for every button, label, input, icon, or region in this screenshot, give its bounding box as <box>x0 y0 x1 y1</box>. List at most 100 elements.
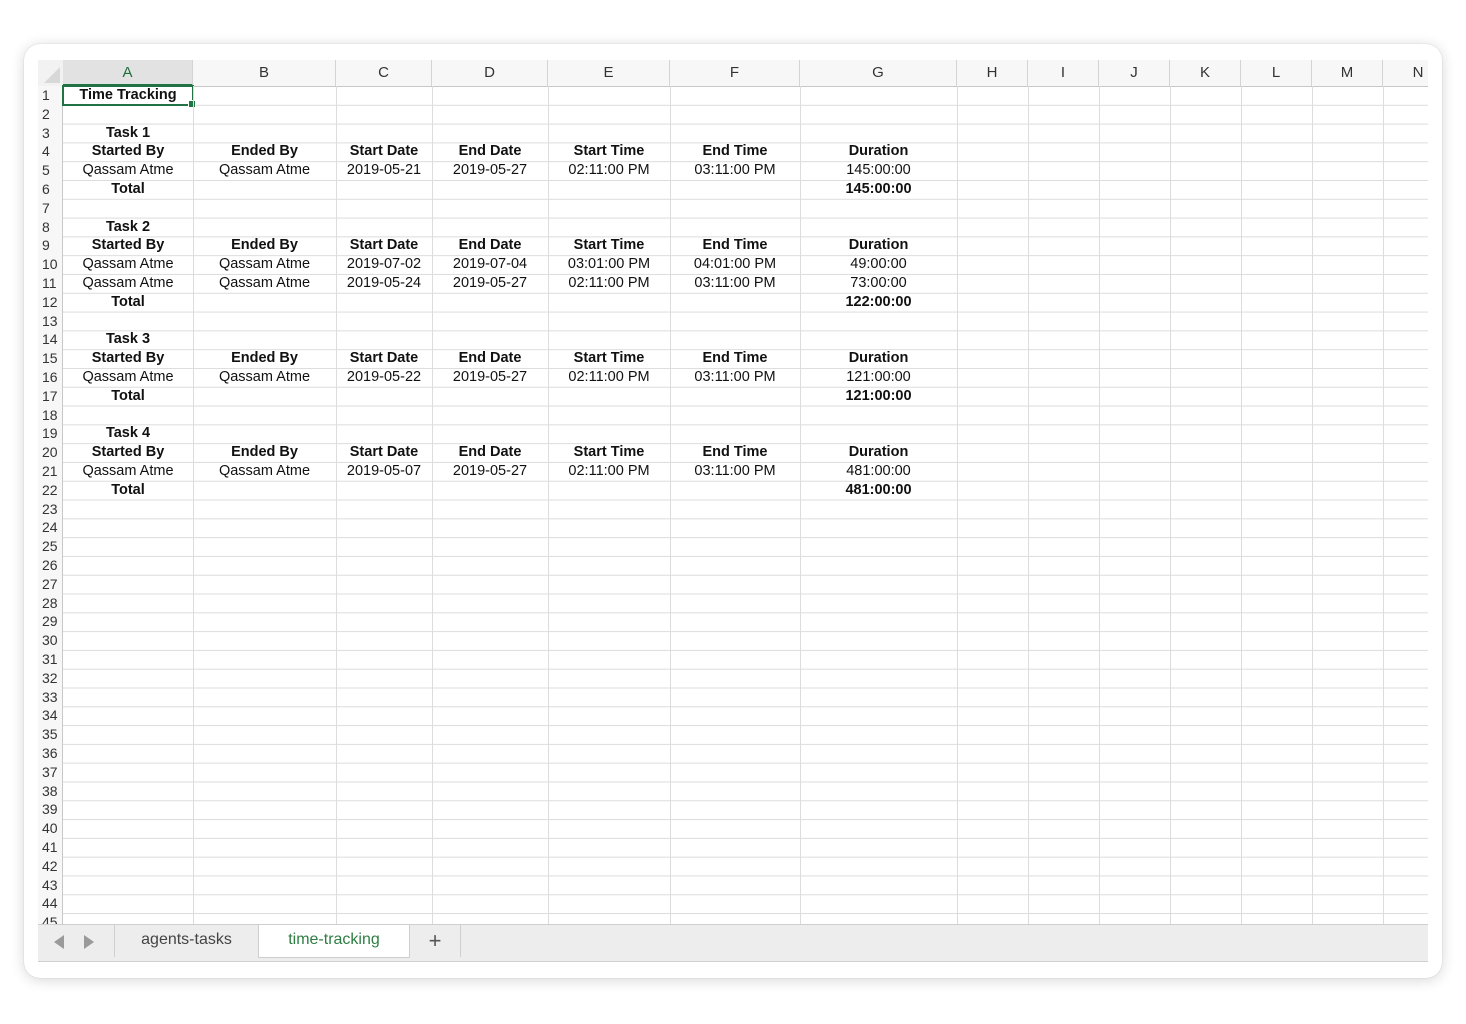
row-header-1[interactable]: 1 <box>38 86 63 105</box>
row-header-10[interactable]: 10 <box>38 255 63 274</box>
row-header-41[interactable]: 41 <box>38 838 63 857</box>
row-header-36[interactable]: 36 <box>38 744 63 763</box>
row-header-8[interactable]: 8 <box>38 217 63 237</box>
sheet-tab-agents-tasks[interactable]: agents-tasks <box>114 925 258 957</box>
column-header-c[interactable]: C <box>336 60 432 86</box>
row-header-5[interactable]: 5 <box>38 161 63 180</box>
header-cell[interactable]: End Date <box>432 443 548 462</box>
row-header-9[interactable]: 9 <box>38 236 63 256</box>
row-header-17[interactable]: 17 <box>38 386 63 406</box>
spreadsheet-grid[interactable]: ABCDEFGHIJKLMN 1 2 3 4 5 6 7 8 9 10 11 12 13 14 15 16 17… <box>38 60 1428 924</box>
row-header-12[interactable]: 12 <box>38 292 63 312</box>
header-cell[interactable]: Started By <box>63 236 193 255</box>
data-cell[interactable]: Qassam Atme <box>63 274 193 293</box>
task2-title-cell[interactable]: Task 2 <box>63 218 193 237</box>
row-header-15[interactable]: 15 <box>38 349 63 368</box>
data-cell[interactable]: Qassam Atme <box>193 274 336 293</box>
row-header-25[interactable]: 25 <box>38 537 63 556</box>
column-header-j[interactable]: J <box>1099 60 1170 86</box>
header-cell[interactable]: End Date <box>432 142 548 161</box>
row-header-31[interactable]: 31 <box>38 650 63 669</box>
data-cell[interactable]: Qassam Atme <box>63 462 193 481</box>
row-header-4[interactable]: 4 <box>38 142 63 162</box>
row-header-2[interactable]: 2 <box>38 104 63 124</box>
data-cell[interactable]: 2019-05-21 <box>336 161 432 180</box>
row-header-13[interactable]: 13 <box>38 311 63 331</box>
data-cell[interactable]: 02:11:00 PM <box>548 274 670 293</box>
select-all-corner[interactable] <box>38 60 64 86</box>
column-header-d[interactable]: D <box>432 60 548 86</box>
row-header-43[interactable]: 43 <box>38 875 63 895</box>
row-header-29[interactable]: 29 <box>38 612 63 632</box>
data-cell[interactable]: Qassam Atme <box>63 161 193 180</box>
cell-grid[interactable] <box>63 86 1428 924</box>
data-cell[interactable]: 2019-07-02 <box>336 255 432 274</box>
data-cell[interactable]: 73:00:00 <box>800 274 957 293</box>
row-header-7[interactable]: 7 <box>38 198 63 218</box>
header-cell[interactable]: Start Date <box>336 236 432 255</box>
column-header-b[interactable]: B <box>193 60 336 86</box>
data-cell[interactable]: 2019-05-24 <box>336 274 432 293</box>
row-header-38[interactable]: 38 <box>38 781 63 801</box>
row-header-37[interactable]: 37 <box>38 762 63 782</box>
data-cell[interactable]: 03:01:00 PM <box>548 255 670 274</box>
header-cell[interactable]: Start Time <box>548 142 670 161</box>
task3-total-value-cell[interactable]: 121:00:00 <box>800 387 957 406</box>
task4-total-label-cell[interactable]: Total <box>63 481 193 500</box>
data-cell[interactable]: Qassam Atme <box>193 368 336 387</box>
row-header-33[interactable]: 33 <box>38 687 63 707</box>
row-header-18[interactable]: 18 <box>38 405 63 425</box>
column-header-g[interactable]: G <box>800 60 957 86</box>
header-cell[interactable]: Duration <box>800 236 957 255</box>
header-cell[interactable]: End Time <box>670 443 800 462</box>
row-header-40[interactable]: 40 <box>38 819 63 838</box>
data-cell[interactable]: 02:11:00 PM <box>548 368 670 387</box>
data-cell[interactable]: 03:11:00 PM <box>670 368 800 387</box>
data-cell[interactable]: 2019-05-22 <box>336 368 432 387</box>
data-cell[interactable]: 02:11:00 PM <box>548 161 670 180</box>
data-cell[interactable]: Qassam Atme <box>193 462 336 481</box>
task3-total-label-cell[interactable]: Total <box>63 387 193 406</box>
data-cell[interactable]: Qassam Atme <box>63 368 193 387</box>
header-cell[interactable]: Started By <box>63 349 193 368</box>
row-header-22[interactable]: 22 <box>38 480 63 500</box>
header-cell[interactable]: Started By <box>63 443 193 462</box>
data-cell[interactable]: 2019-05-27 <box>432 274 548 293</box>
header-cell[interactable]: End Time <box>670 349 800 368</box>
data-cell[interactable]: 481:00:00 <box>800 462 957 481</box>
header-cell[interactable]: Ended By <box>193 349 336 368</box>
task2-total-value-cell[interactable]: 122:00:00 <box>800 293 957 312</box>
row-header-21[interactable]: 21 <box>38 462 63 481</box>
header-cell[interactable]: Start Time <box>548 349 670 368</box>
task4-total-value-cell[interactable]: 481:00:00 <box>800 481 957 500</box>
header-cell[interactable]: End Time <box>670 142 800 161</box>
row-header-6[interactable]: 6 <box>38 180 63 199</box>
task2-total-label-cell[interactable]: Total <box>63 293 193 312</box>
data-cell[interactable]: 2019-05-07 <box>336 462 432 481</box>
header-cell[interactable]: Ended By <box>193 236 336 255</box>
row-header-20[interactable]: 20 <box>38 443 63 462</box>
triangle-right-icon[interactable] <box>84 935 94 949</box>
row-header-28[interactable]: 28 <box>38 593 63 613</box>
header-cell[interactable]: Start Date <box>336 349 432 368</box>
data-cell[interactable]: 145:00:00 <box>800 161 957 180</box>
data-cell[interactable]: 2019-05-27 <box>432 368 548 387</box>
column-header-l[interactable]: L <box>1241 60 1312 86</box>
data-cell[interactable]: 04:01:00 PM <box>670 255 800 274</box>
add-sheet-button[interactable]: + <box>410 925 461 957</box>
header-cell[interactable]: Start Date <box>336 443 432 462</box>
data-cell[interactable]: 03:11:00 PM <box>670 161 800 180</box>
task3-title-cell[interactable]: Task 3 <box>63 330 193 349</box>
row-header-42[interactable]: 42 <box>38 856 63 876</box>
data-cell[interactable]: Qassam Atme <box>193 161 336 180</box>
column-header-f[interactable]: F <box>670 60 800 86</box>
row-header-19[interactable]: 19 <box>38 424 63 444</box>
column-header-a[interactable]: A <box>63 60 193 86</box>
header-cell[interactable]: End Date <box>432 236 548 255</box>
column-header-h[interactable]: H <box>957 60 1028 86</box>
data-cell[interactable]: 121:00:00 <box>800 368 957 387</box>
row-header-35[interactable]: 35 <box>38 725 63 744</box>
data-cell[interactable]: 2019-05-27 <box>432 161 548 180</box>
header-cell[interactable]: Started By <box>63 142 193 161</box>
header-cell[interactable]: End Date <box>432 349 548 368</box>
